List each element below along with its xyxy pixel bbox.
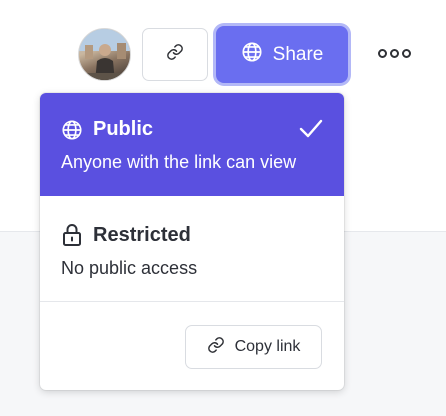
option-public-description: Anyone with the link can view — [61, 152, 297, 172]
option-public[interactable]: Public Anyone with the link can view — [40, 93, 344, 196]
more-icon — [377, 48, 411, 58]
lock-icon — [61, 223, 83, 252]
option-restricted-description: No public access — [61, 258, 198, 278]
option-public-title: Public — [93, 118, 154, 140]
copy-link-label: Copy link — [234, 338, 301, 355]
avatar[interactable] — [78, 28, 131, 81]
copy-link-button[interactable]: Copy link — [185, 325, 322, 369]
link-icon — [207, 336, 225, 359]
option-restricted-title: Restricted — [93, 224, 191, 246]
sharing-dropdown: Public Anyone with the link can view Res… — [40, 93, 344, 390]
page: Share Public Anyone with the link can vi… — [0, 0, 446, 416]
more-options-button[interactable] — [372, 38, 416, 68]
link-icon — [166, 43, 184, 66]
option-restricted[interactable]: Restricted No public access — [40, 196, 344, 302]
share-button[interactable]: Share — [216, 26, 348, 83]
share-button-label: Share — [272, 43, 324, 65]
copy-link-icon-button[interactable] — [142, 28, 208, 81]
globe-icon — [241, 41, 263, 69]
check-icon — [298, 118, 324, 145]
globe-icon — [61, 119, 83, 146]
